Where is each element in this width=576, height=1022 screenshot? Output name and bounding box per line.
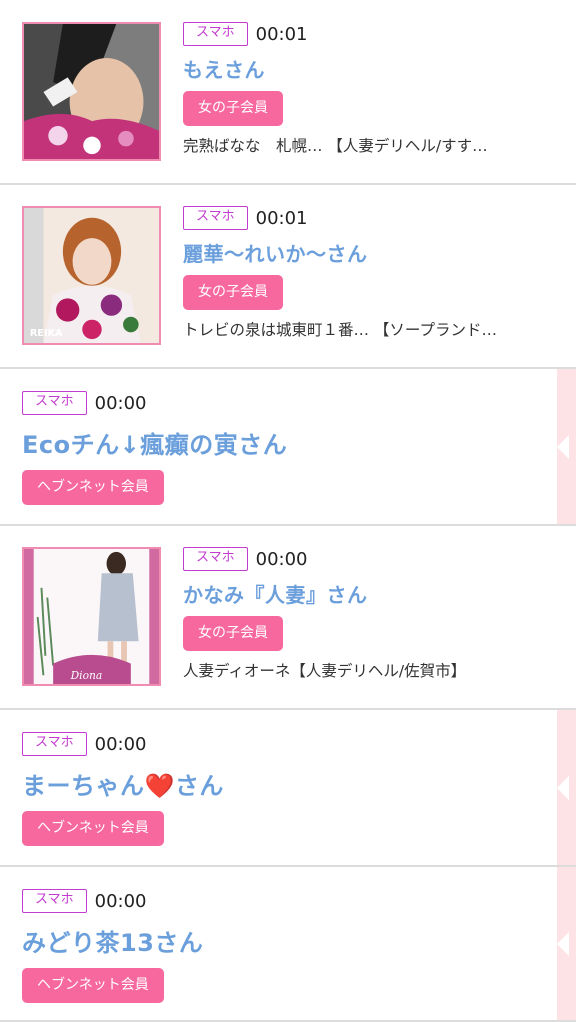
access-time: 00:00 [255,548,308,570]
shop-name[interactable]: 人妻ディオーネ【人妻デリヘル/佐賀市】 [183,659,466,681]
member-type-badge: 女の子会員 [183,616,283,651]
shop-name[interactable]: トレビの泉は城東町１番… 【ソープランド… [183,318,497,340]
member-type-badge: 女の子会員 [183,91,283,126]
list-item[interactable]: スマホ 00:00 Ecoチん↓瘋癲の寅さん ヘブンネット会員 [0,369,576,526]
member-type-badge: ヘブンネット会員 [22,470,164,505]
list-item[interactable]: スマホ 00:00 まーちゃん❤️さん ヘブンネット会員 [0,710,576,867]
row-arrow-tab [557,867,576,1020]
item-meta: スマホ 00:01 もえさん 女の子会員 完熟ばなな 札幌… 【人妻デリヘル/す… [183,22,488,156]
device-badge: スマホ [22,391,87,415]
device-badge: スマホ [22,732,87,756]
device-badge: スマホ [183,547,248,571]
item-meta: スマホ 00:00 Ecoチん↓瘋癲の寅さん ヘブンネット会員 [22,391,287,505]
member-type-badge: ヘブンネット会員 [22,968,164,1003]
user-name-link[interactable]: 麗華〜れいか〜さん [183,238,497,267]
item-meta: スマホ 00:00 まーちゃん❤️さん ヘブンネット会員 [22,732,224,846]
row-arrow-tab [557,369,576,524]
profile-photo[interactable]: REIKA [22,206,161,345]
item-meta: スマホ 00:01 麗華〜れいか〜さん 女の子会員 トレビの泉は城東町１番… 【… [183,206,497,340]
item-meta: スマホ 00:00 かなみ『人妻』さん 女の子会員 人妻ディオーネ【人妻デリヘル… [183,547,466,681]
item-meta: スマホ 00:00 みどり茶13さん ヘブンネット会員 [22,889,203,1003]
device-badge: スマホ [183,206,248,230]
access-time: 00:01 [255,23,308,45]
list-item[interactable]: Diona スマホ 00:00 かなみ『人妻』さん 女の子会員 人妻ディオーネ【… [0,526,576,710]
svg-text:REIKA: REIKA [30,328,63,339]
member-type-badge: 女の子会員 [183,275,283,310]
device-badge: スマホ [22,889,87,913]
access-time: 00:00 [94,733,147,755]
list-item[interactable]: REIKA スマホ 00:01 麗華〜れいか〜さん 女の子会員 トレビの泉は城東… [0,185,576,369]
access-time: 00:00 [94,890,147,912]
access-time: 00:00 [94,392,147,414]
svg-text:Diona: Diona [70,669,103,682]
user-name-link[interactable]: もえさん [183,54,488,83]
shop-name[interactable]: 完熟ばなな 札幌… 【人妻デリヘル/すす… [183,134,488,156]
user-name-link[interactable]: みどり茶13さん [22,923,203,958]
profile-photo[interactable] [22,22,161,161]
access-time: 00:01 [255,207,308,229]
user-name-link[interactable]: Ecoチん↓瘋癲の寅さん [22,425,287,460]
row-arrow-tab [557,710,576,865]
user-name-link[interactable]: まーちゃん❤️さん [22,766,224,801]
footprint-list: スマホ 00:01 もえさん 女の子会員 完熟ばなな 札幌… 【人妻デリヘル/す… [0,0,576,1022]
user-name-link[interactable]: かなみ『人妻』さん [183,579,466,608]
list-item[interactable]: スマホ 00:00 みどり茶13さん ヘブンネット会員 [0,867,576,1022]
profile-photo[interactable]: Diona [22,547,161,686]
device-badge: スマホ [183,22,248,46]
list-item[interactable]: スマホ 00:01 もえさん 女の子会員 完熟ばなな 札幌… 【人妻デリヘル/す… [0,0,576,185]
member-type-badge: ヘブンネット会員 [22,811,164,846]
